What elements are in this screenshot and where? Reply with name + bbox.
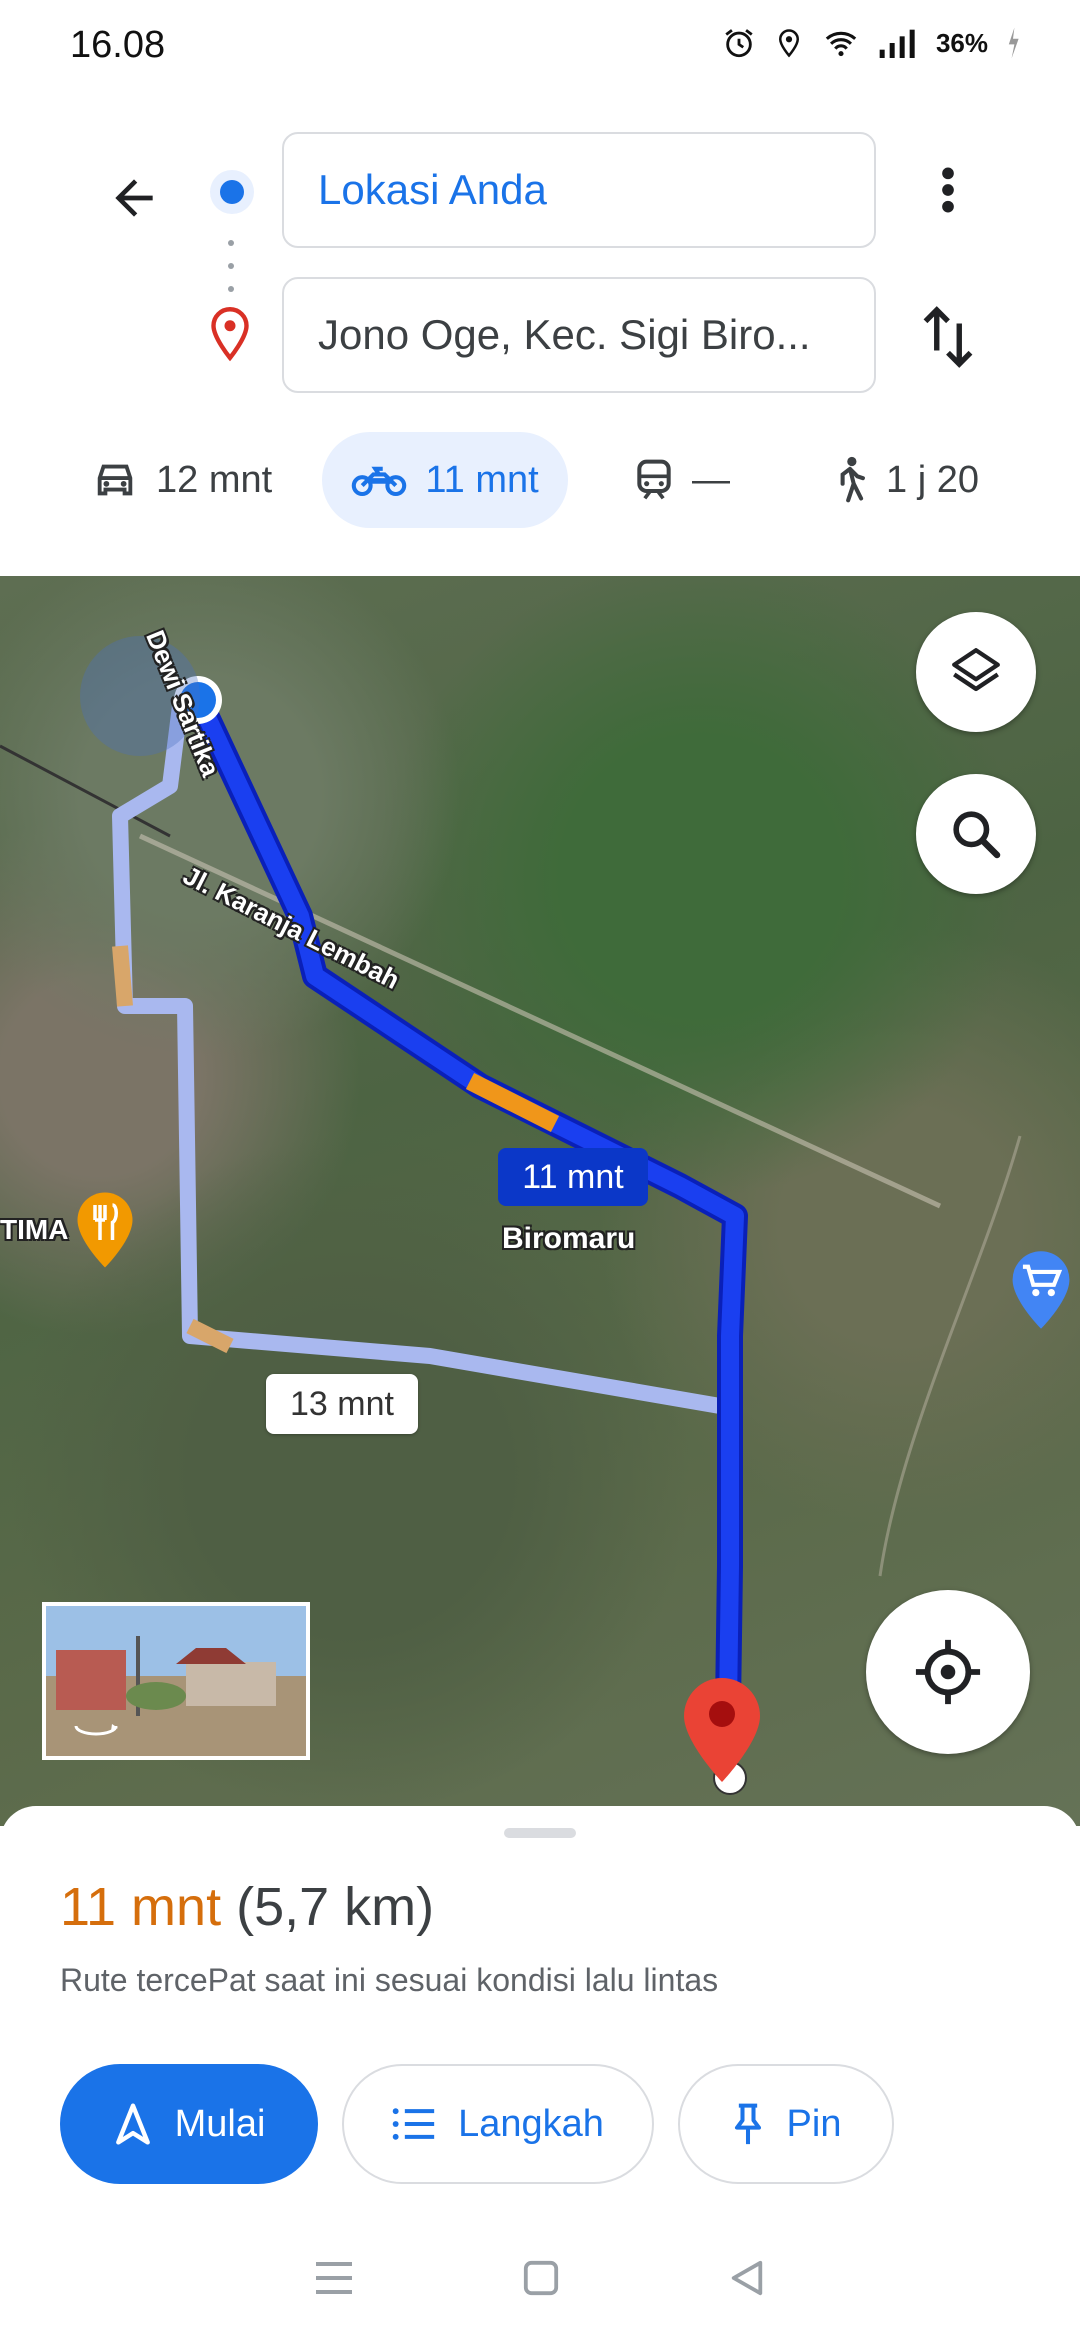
- home-square-icon: [523, 2260, 559, 2295]
- swap-vert-icon: [923, 306, 973, 368]
- back-triangle-icon: [731, 2260, 763, 2295]
- eta-distance: (5,7 km): [236, 1877, 435, 1937]
- start-label: Mulai: [174, 2102, 266, 2145]
- destination-marker: [684, 1678, 760, 1782]
- destination-marker-dot: [709, 1701, 735, 1727]
- battery-text: 36%: [935, 27, 988, 58]
- pin-label: Pin: [786, 2102, 842, 2145]
- mode-transit-tab[interactable]: —: [634, 432, 730, 528]
- back-button[interactable]: [96, 160, 172, 236]
- primary-route-traffic: [465, 1072, 560, 1133]
- status-bar: 16.08 36%: [0, 0, 1080, 96]
- street-view-image: [46, 1606, 306, 1756]
- mode-car-tab[interactable]: 12 mnt: [92, 432, 272, 528]
- status-icons: 36%: [722, 26, 1020, 60]
- poi-label-tima: TIMA: [0, 1214, 69, 1245]
- recents-button[interactable]: [314, 2260, 354, 2301]
- route-description: Rute tercePat saat ini sesuai kondisi la…: [60, 1962, 719, 1998]
- shop-poi[interactable]: [1010, 1248, 1072, 1337]
- system-back-button[interactable]: [728, 2259, 766, 2302]
- road-east: [878, 1135, 1022, 1577]
- gps-target-icon: [915, 1639, 981, 1705]
- train-icon: [637, 459, 671, 500]
- location-icon: [778, 29, 799, 58]
- mode-motorcycle-tab[interactable]: 11 mnt: [322, 432, 568, 528]
- start-navigation-button[interactable]: Mulai: [60, 2064, 318, 2184]
- rail-line: [0, 744, 171, 838]
- walk-icon: [840, 456, 865, 503]
- primary-route: [189, 694, 744, 1707]
- list-icon: [392, 2108, 435, 2140]
- status-time: 16.08: [70, 24, 166, 66]
- pushpin-icon: [734, 2103, 761, 2145]
- destination-pin-icon: [211, 307, 249, 362]
- street-view-thumbnail[interactable]: [42, 1602, 310, 1760]
- mode-car-label: 12 mnt: [156, 458, 273, 501]
- primary-route-time-chip[interactable]: 11 mnt: [498, 1148, 648, 1206]
- search-icon: [953, 811, 1001, 859]
- system-nav-bar: [0, 2220, 1080, 2340]
- more-options-button[interactable]: [918, 160, 978, 220]
- place-label-biromaru: Biromaru: [502, 1222, 636, 1255]
- navigation-arrow-icon: [115, 2103, 150, 2145]
- battery-icon: [1008, 27, 1019, 59]
- origin-dot-icon: [210, 170, 254, 214]
- signal-icon: [879, 29, 915, 58]
- route-summary: 11 mnt (5,7 km): [60, 1876, 434, 1938]
- restaurant-poi[interactable]: [74, 1190, 136, 1275]
- home-button[interactable]: [522, 2259, 560, 2302]
- steps-label: Langkah: [458, 2102, 604, 2145]
- more-vert-icon: [942, 167, 954, 213]
- origin-field[interactable]: Lokasi Anda: [282, 132, 876, 248]
- arrow-back-icon: [115, 179, 153, 217]
- mode-motorcycle-label: 11 mnt: [425, 458, 539, 501]
- restaurant-pin-icon: [77, 1192, 133, 1268]
- my-location-button[interactable]: [866, 1590, 1030, 1754]
- connector-dots: [228, 240, 234, 292]
- map-search-button[interactable]: [916, 774, 1036, 894]
- shopping-cart-pin-icon: [1012, 1251, 1070, 1329]
- mode-walk-label: 1 j 20: [886, 458, 979, 501]
- layers-button[interactable]: [916, 612, 1036, 732]
- alarm-icon: [725, 29, 753, 58]
- motorcycle-icon: [352, 466, 407, 497]
- alt-route-traffic-1: [112, 945, 133, 1007]
- destination-field[interactable]: Jono Oge, Kec. Sigi Biro...: [282, 277, 876, 393]
- pin-button[interactable]: Pin: [678, 2064, 894, 2184]
- layers-icon: [952, 648, 1000, 692]
- steps-button[interactable]: Langkah: [342, 2064, 654, 2184]
- menu-lines-icon: [316, 2261, 352, 2294]
- mode-transit-label: —: [692, 458, 730, 501]
- alt-route-time-chip[interactable]: 13 mnt: [266, 1374, 418, 1434]
- mode-walk-tab[interactable]: 1 j 20: [832, 432, 979, 528]
- car-icon: [97, 464, 133, 496]
- swap-button[interactable]: [916, 300, 980, 374]
- eta-time: 11 mnt: [60, 1877, 222, 1937]
- sheet-drag-handle[interactable]: [504, 1828, 576, 1838]
- wifi-icon: [825, 31, 857, 57]
